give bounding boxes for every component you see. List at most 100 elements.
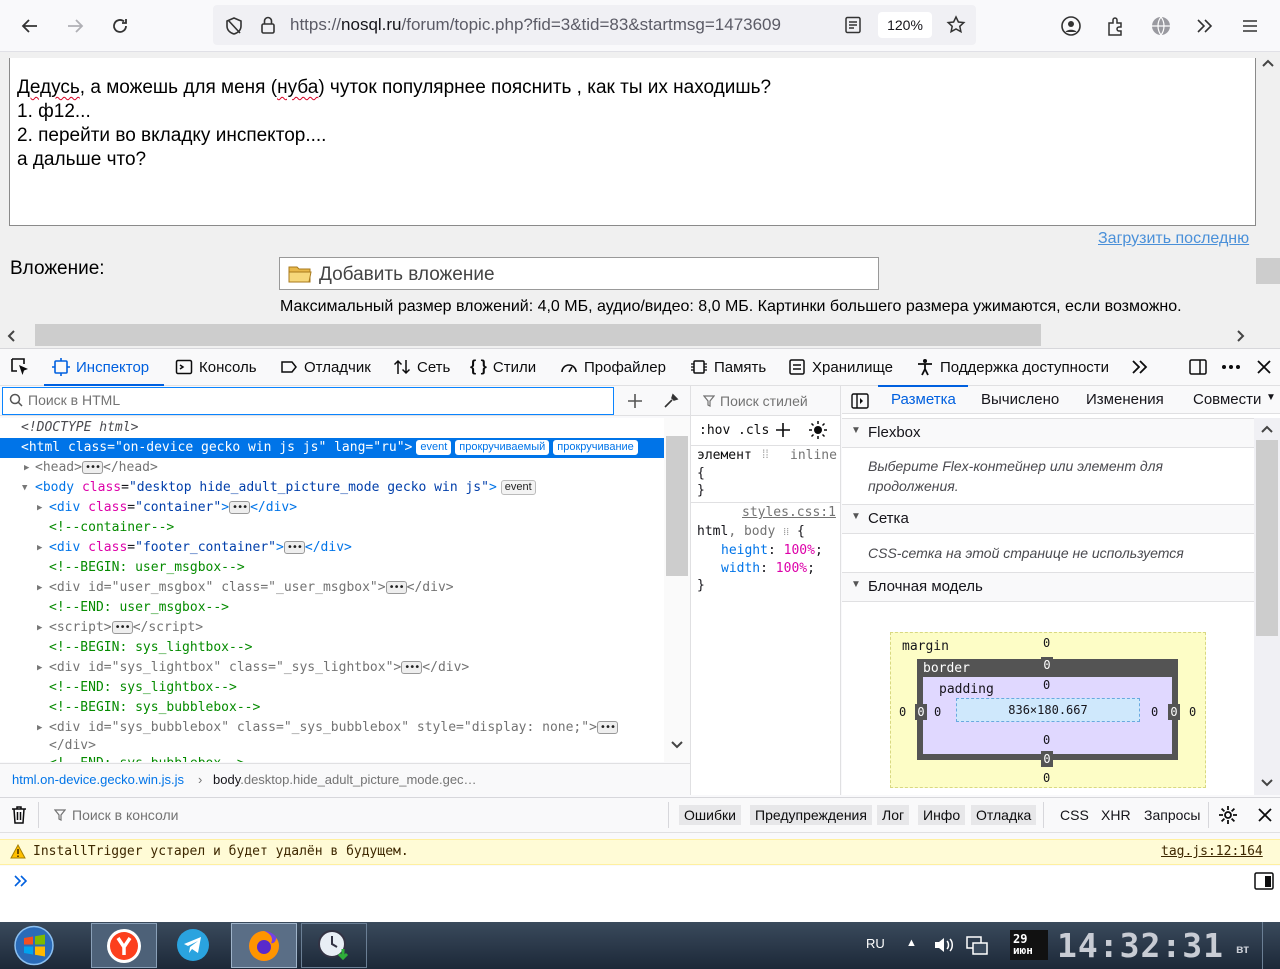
box-model-section-header[interactable]: ▼ Блочная модель (842, 572, 1254, 602)
filter-xhr-button[interactable]: XHR (1101, 807, 1131, 823)
sidebar-toggle-icon[interactable] (851, 393, 869, 409)
rule-selector[interactable]: html, body ⁞⁞ { (697, 524, 805, 539)
tab-compatibility[interactable]: Совмести (1193, 391, 1261, 408)
collapsed-dots-icon[interactable]: ••• (401, 661, 423, 674)
page-hscroll-thumb[interactable] (35, 324, 1041, 346)
margin-right-value[interactable]: 0 (1189, 705, 1196, 719)
warning-source-link[interactable]: tag.js:12:164 (1161, 844, 1263, 859)
bookmark-star-icon[interactable] (946, 15, 966, 35)
script-node[interactable]: ▶ <script> ••• </script> (0, 618, 664, 638)
editor-mode-icon[interactable] (1254, 872, 1274, 890)
box-model-content-size[interactable]: 836×180.667 (956, 698, 1140, 722)
add-rule-icon[interactable] (775, 422, 791, 438)
console-input[interactable] (0, 866, 1280, 922)
cls-toggle[interactable]: .cls (738, 423, 769, 438)
hov-toggle[interactable]: :hov (699, 423, 730, 438)
back-icon[interactable] (14, 10, 46, 42)
expand-icon[interactable]: ▶ (24, 458, 29, 478)
page-vertical-scrollbar[interactable] (1256, 52, 1280, 322)
console-filter-input[interactable]: Поиск в консоли (72, 807, 178, 823)
sys-lightbox-node[interactable]: ▶ <div id="sys_lightbox" class="_sys_ligh… (0, 658, 664, 678)
collapsed-dots-icon[interactable]: ••• (283, 541, 305, 554)
taskbar-telegram[interactable] (161, 923, 227, 968)
sys-bubblebox-node[interactable]: ▶ <div id="sys_bubblebox" class="_sys_bub… (0, 718, 664, 738)
reader-view-icon[interactable] (844, 16, 862, 34)
tab-memory[interactable]: Память (690, 357, 766, 377)
user-msgbox-node[interactable]: ▶ <div id="user_msgbox" class="_user_msgb… (0, 578, 664, 598)
page-scroll-thumb[interactable] (1256, 258, 1280, 284)
tab-inspector[interactable]: Инспектор (52, 357, 149, 377)
reload-icon[interactable] (104, 10, 136, 42)
comment-node[interactable]: <!--BEGIN: sys_bubblebox--> (0, 698, 664, 718)
overflow-badge[interactable]: прокручивание (553, 440, 638, 455)
breadcrumb-item-current[interactable]: body.desktop.hide_adult_picture_mode.gec… (213, 772, 477, 787)
filter-errors-button[interactable]: Ошибки (679, 805, 741, 825)
body-node[interactable]: ▼ <body class="desktop hide_adult_picture… (0, 478, 664, 498)
expand-icon[interactable]: ▶ (37, 618, 42, 638)
tab-network[interactable]: Сеть (393, 357, 450, 377)
volume-icon[interactable] (933, 936, 955, 954)
markup-scroll-thumb[interactable] (666, 436, 688, 576)
input-language-indicator[interactable]: RU (866, 936, 885, 951)
event-badge[interactable]: event (500, 480, 536, 495)
comment-node[interactable]: <!--BEGIN: user_msgbox--> (0, 558, 664, 578)
layout-scrollbar[interactable] (1254, 418, 1280, 795)
border-right-value[interactable]: 0 (1168, 704, 1180, 720)
container-node[interactable]: ▶ <div class="container"> ••• </div> (0, 498, 664, 518)
collapsed-dots-icon[interactable]: ••• (385, 581, 407, 594)
collapse-icon[interactable]: ▼ (22, 478, 27, 498)
account-icon[interactable] (1060, 15, 1082, 37)
collapsed-dots-icon[interactable]: ••• (81, 461, 104, 474)
tab-profiler[interactable]: Профайлер (560, 357, 666, 377)
start-button[interactable] (6, 924, 62, 967)
expand-icon[interactable]: ▶ (37, 718, 42, 738)
head-node[interactable]: ▶ <head> ••• </head> (0, 458, 664, 478)
comment-node[interactable]: <!--container--> (0, 518, 664, 538)
comment-node[interactable]: <!--BEGIN: sys_lightbox--> (0, 638, 664, 658)
dock-side-icon[interactable] (1188, 357, 1208, 377)
filter-warnings-button[interactable]: Предупреждения (750, 805, 872, 825)
filter-debug-button[interactable]: Отладка (971, 805, 1037, 825)
taskbar-firefox[interactable] (231, 923, 297, 968)
border-bottom-value[interactable]: 0 (1041, 751, 1053, 767)
trash-icon[interactable] (10, 805, 28, 825)
border-top-value[interactable]: 0 (1041, 657, 1053, 673)
console-settings-gear-icon[interactable] (1218, 805, 1238, 825)
doctype-node[interactable]: <!DOCTYPE html> (0, 418, 664, 438)
collapsed-dots-icon[interactable]: ••• (111, 621, 133, 634)
padding-top-value[interactable]: 0 (1043, 678, 1050, 692)
html-node[interactable]: <html class="on-device gecko win js js" … (0, 438, 664, 458)
upload-last-link[interactable]: Загрузить последню (1098, 230, 1249, 248)
comment-node[interactable]: <!--END: sys_bubblebox--> (0, 754, 664, 762)
tab-accessibility[interactable]: Поддержка доступности (916, 357, 1109, 377)
tab-computed[interactable]: Вычислено (981, 391, 1059, 408)
tabs-dropdown-icon[interactable]: ▼ (1266, 392, 1276, 403)
taskbar-scheduler[interactable] (301, 923, 367, 968)
eyedropper-icon[interactable] (662, 392, 680, 410)
taskbar-clock[interactable]: 14:32:31 (1057, 926, 1224, 965)
footer-container-node[interactable]: ▶ <div class="footer_container"> ••• </div> (0, 538, 664, 558)
show-desktop-button[interactable] (1262, 922, 1280, 969)
taskbar-yandex[interactable] (91, 923, 157, 968)
tracking-protection-icon[interactable] (224, 16, 244, 36)
devtools-options-icon[interactable] (1220, 357, 1242, 377)
rule-property[interactable]: width: 100%; (721, 561, 815, 576)
collapsed-dots-icon[interactable]: ••• (229, 501, 251, 514)
comment-node[interactable]: <!--END: sys_lightbox--> (0, 678, 664, 698)
expand-icon[interactable]: ▶ (37, 538, 42, 558)
margin-bottom-value[interactable]: 0 (1043, 771, 1050, 785)
extensions-icon[interactable] (1105, 15, 1127, 37)
scroll-left-icon[interactable] (6, 329, 16, 343)
rule-property[interactable]: height: 100%; (721, 543, 823, 558)
breadcrumb-item[interactable]: html.on-device.gecko.win.js.js (12, 772, 184, 787)
tab-layout[interactable]: Разметка (891, 391, 956, 408)
scroll-up-icon[interactable] (1260, 424, 1274, 434)
stylesheet-source-link[interactable]: styles.css:1 (742, 505, 836, 520)
add-node-icon[interactable] (626, 392, 644, 410)
globe-icon[interactable] (1150, 15, 1172, 37)
more-tabs-icon[interactable] (1130, 358, 1150, 376)
zoom-level-button[interactable]: 120% (878, 12, 932, 38)
url-text[interactable]: https://nosql.ru/forum/topic.php?fid=3&t… (290, 15, 781, 35)
filter-log-button[interactable]: Лог (877, 805, 910, 825)
filter-requests-button[interactable]: Запросы (1144, 807, 1200, 823)
